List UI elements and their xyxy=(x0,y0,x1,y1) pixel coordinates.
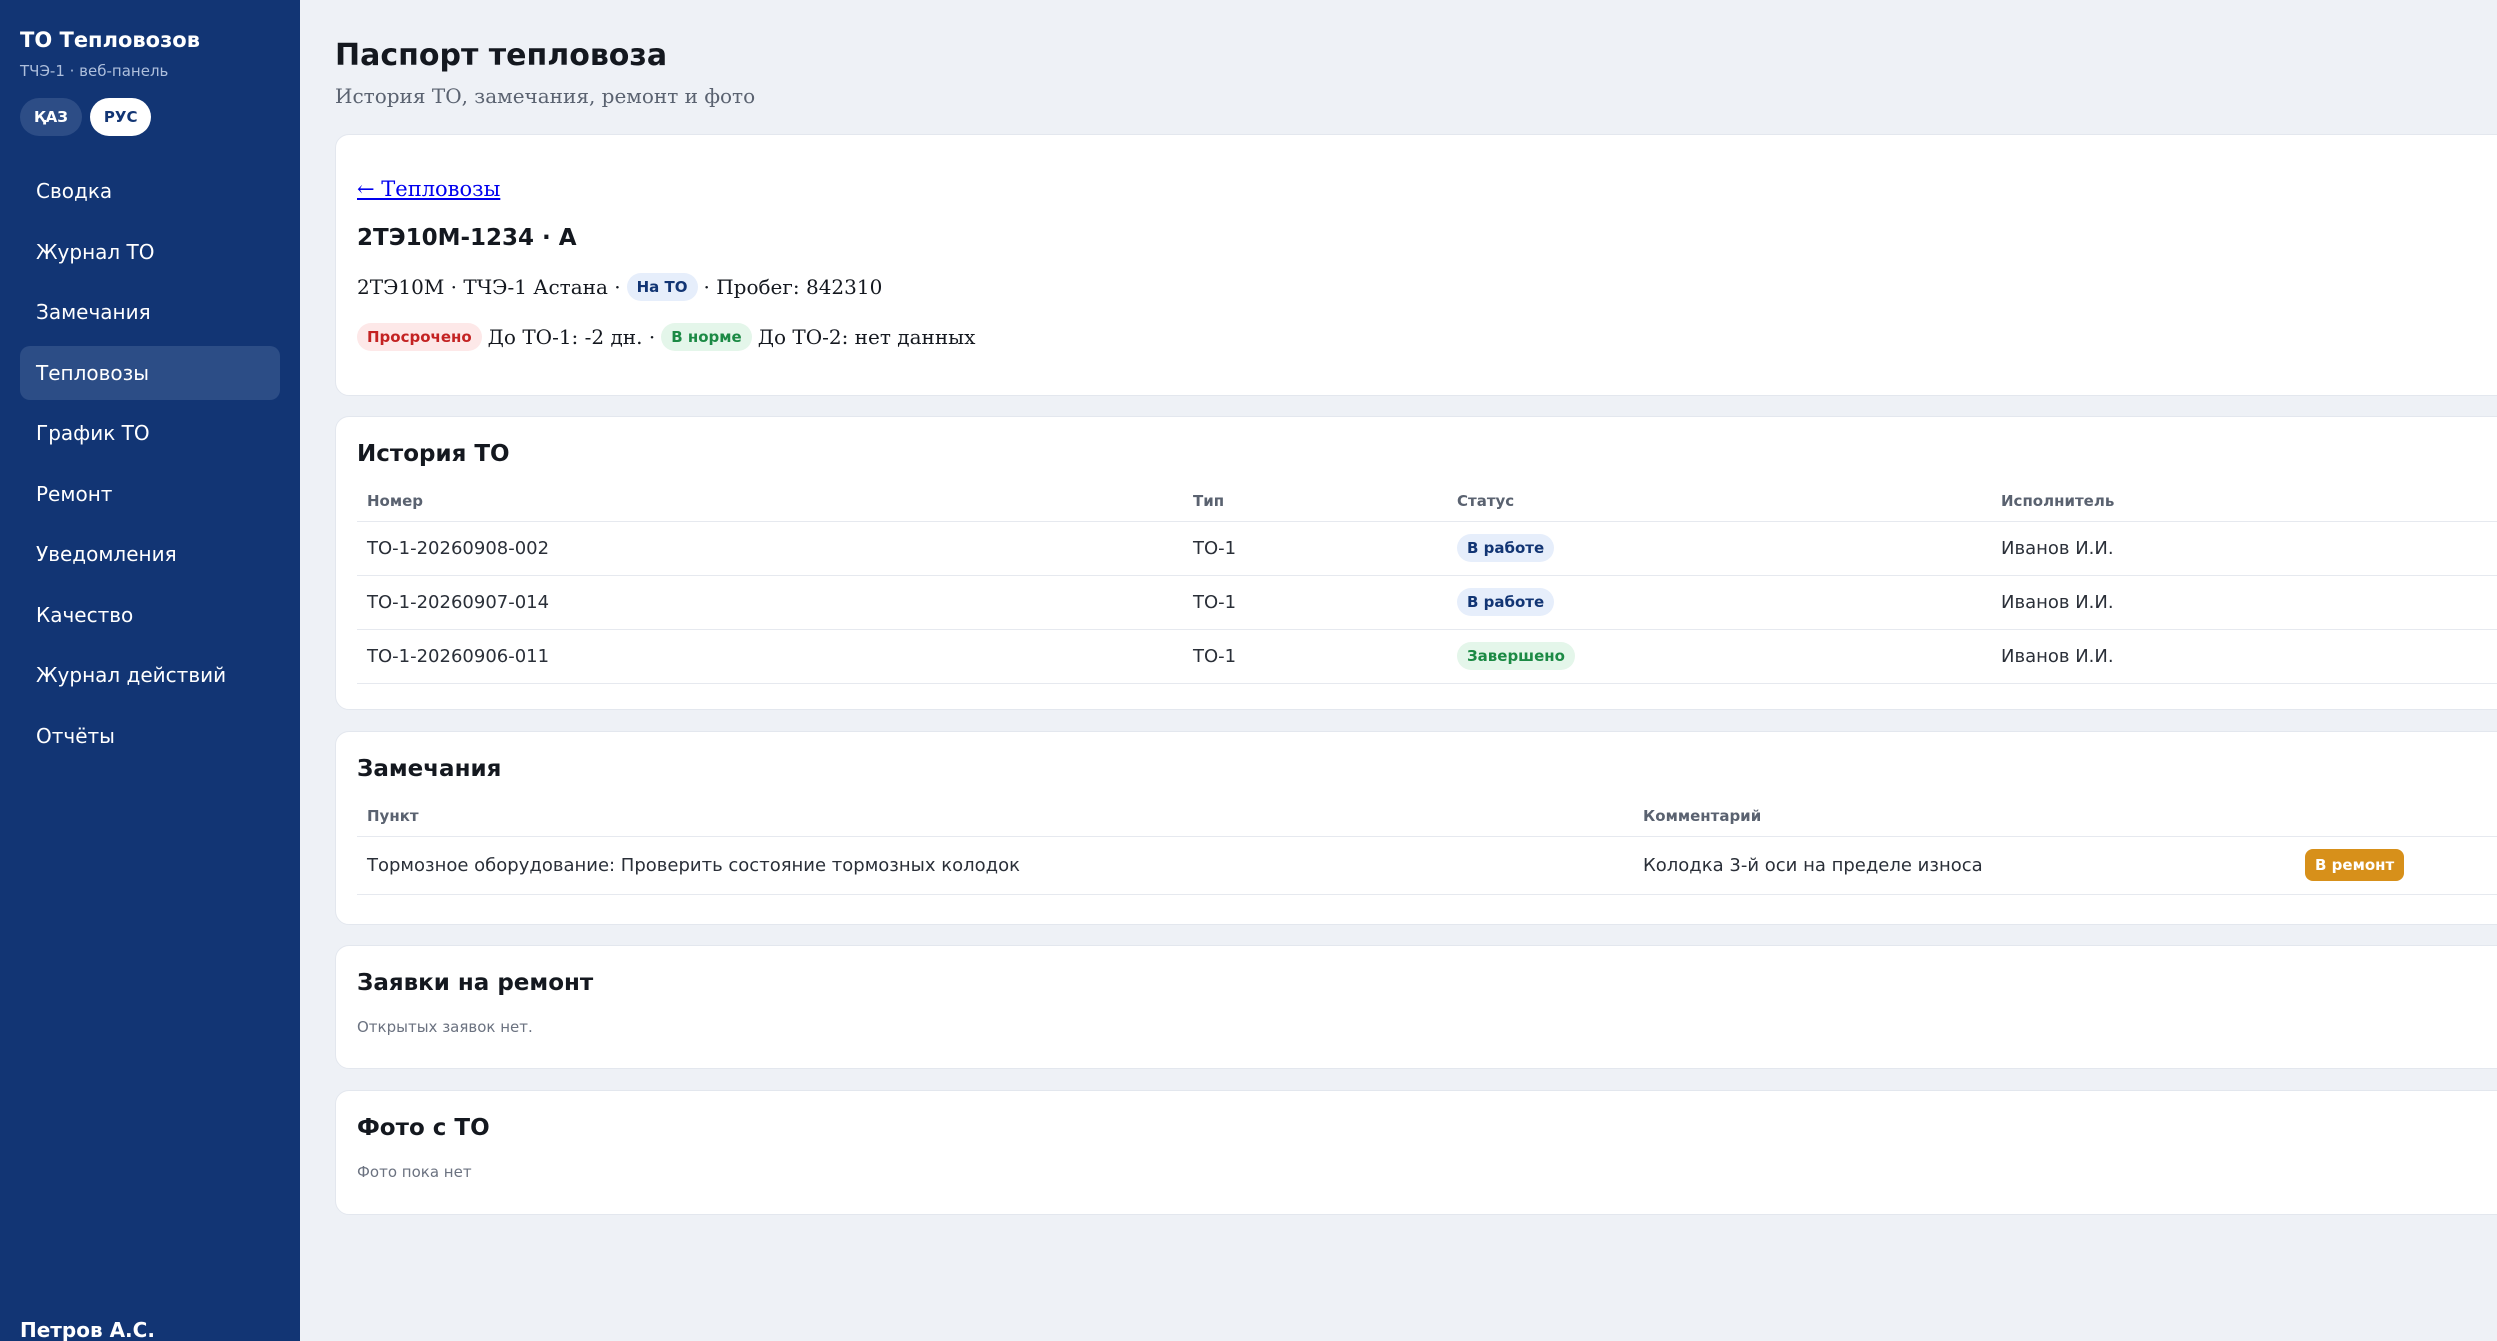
section-title: Фото с ТО xyxy=(357,1115,490,1141)
status-badge: В работе xyxy=(1457,588,1555,616)
maintenance-due: Просрочено До ТО-1: -2 дн. · В норме До … xyxy=(357,323,975,351)
locomotive-card: ← Тепловозы 2ТЭ10М-1234 · А 2ТЭ10М · ТЧЭ… xyxy=(335,134,2497,396)
sidebar-item-notifications[interactable]: Уведомления xyxy=(20,527,280,581)
page-subtitle: История ТО, замечания, ремонт и фото xyxy=(335,84,756,108)
back-to-locomotives-link[interactable]: ← Тепловозы xyxy=(357,177,500,201)
current-user[interactable]: Петров А.С. xyxy=(20,1318,155,1341)
executor: Иванов И.И. xyxy=(1991,629,2497,684)
locomotive-info: 2ТЭ10М · ТЧЭ-1 Астана · На ТО · Пробег: … xyxy=(357,273,882,301)
table-row[interactable]: ТО-1-20260908-002 ТО-1 В работе Иванов И… xyxy=(357,521,2497,576)
app-brand: ТО Тепловозов xyxy=(20,28,201,52)
sidebar-item-reports[interactable]: Отчёты xyxy=(20,709,280,763)
empty-state-text: Открытых заявок нет. xyxy=(357,1018,533,1036)
page-title: Паспорт тепловоза xyxy=(335,38,668,73)
to-type: ТО-1 xyxy=(1183,629,1447,684)
language-switcher: ҚАЗ РУС xyxy=(20,98,152,136)
remark-item: Тормозное оборудование: Проверить состоя… xyxy=(357,836,1633,895)
table-row: Тормозное оборудование: Проверить состоя… xyxy=(357,836,2497,895)
section-title: Заявки на ремонт xyxy=(357,970,594,996)
to1-due-text: До ТО-1: -2 дн. · xyxy=(487,325,656,349)
to-number: ТО-1-20260907-014 xyxy=(357,575,1183,630)
empty-state-text: Фото пока нет xyxy=(357,1163,472,1181)
sidebar-item-to-schedule[interactable]: График ТО xyxy=(20,406,280,460)
to1-status-badge: Просрочено xyxy=(357,323,482,351)
lang-kaz-button[interactable]: ҚАЗ xyxy=(20,98,82,136)
sidebar-item-locomotives[interactable]: Тепловозы xyxy=(20,345,280,400)
main-content: Паспорт тепловоза История ТО, замечания,… xyxy=(300,0,2497,1341)
to-history-table: Номер Тип Статус Исполнитель ТО-1-202609… xyxy=(357,481,2497,684)
to-history-card: История ТО Номер Тип Статус Исполнитель … xyxy=(335,416,2497,710)
sidebar-item-remarks[interactable]: Замечания xyxy=(20,285,280,339)
to-number: ТО-1-20260906-011 xyxy=(357,629,1183,684)
model-depot-text: 2ТЭ10М · ТЧЭ-1 Астана · xyxy=(357,275,621,299)
lang-rus-button[interactable]: РУС xyxy=(89,98,152,136)
column-header: Исполнитель xyxy=(1991,481,2497,522)
to2-due-text: До ТО-2: нет данных xyxy=(757,325,976,349)
sidebar-item-quality[interactable]: Качество xyxy=(20,588,280,642)
sidebar-item-to-journal[interactable]: Журнал ТО xyxy=(20,225,280,279)
section-title: История ТО xyxy=(357,441,510,467)
table-header-row: Номер Тип Статус Исполнитель xyxy=(357,481,2497,522)
status-badge: Завершено xyxy=(1457,642,1575,670)
status-badge: В работе xyxy=(1457,534,1555,562)
table-row[interactable]: ТО-1-20260907-014 ТО-1 В работе Иванов И… xyxy=(357,575,2497,630)
send-to-repair-button[interactable]: В ремонт xyxy=(2305,849,2405,881)
column-header: Номер xyxy=(357,481,1183,522)
to2-status-badge: В норме xyxy=(661,323,752,351)
column-header: Комментарий xyxy=(1633,796,2295,837)
mileage-text: · Пробег: 842310 xyxy=(703,275,883,299)
column-header: Статус xyxy=(1447,481,1991,522)
column-header: Пункт xyxy=(357,796,1633,837)
section-title: Замечания xyxy=(357,756,502,782)
column-header: Тип xyxy=(1183,481,1447,522)
remarks-table: Пункт Комментарий Тормозное оборудование… xyxy=(357,796,2497,895)
remarks-card: Замечания Пункт Комментарий Тормозное об… xyxy=(335,731,2497,925)
to-number: ТО-1-20260908-002 xyxy=(357,521,1183,576)
table-header-row: Пункт Комментарий xyxy=(357,796,2497,837)
to-type: ТО-1 xyxy=(1183,575,1447,630)
sidebar-item-repair[interactable]: Ремонт xyxy=(20,467,280,521)
sidebar-nav: Сводка Журнал ТО Замечания Тепловозы Гра… xyxy=(20,164,280,769)
photos-card: Фото с ТО Фото пока нет xyxy=(335,1090,2497,1215)
sidebar-item-summary[interactable]: Сводка xyxy=(20,164,280,218)
sidebar-item-action-log[interactable]: Журнал действий xyxy=(20,648,280,702)
executor: Иванов И.И. xyxy=(1991,575,2497,630)
app-subtitle: ТЧЭ-1 · веб-панель xyxy=(20,62,169,80)
status-badge: На ТО xyxy=(626,273,698,301)
to-type: ТО-1 xyxy=(1183,521,1447,576)
repair-requests-card: Заявки на ремонт Открытых заявок нет. xyxy=(335,945,2497,1069)
remark-comment: Колодка 3-й оси на пределе износа xyxy=(1633,836,2295,895)
table-row[interactable]: ТО-1-20260906-011 ТО-1 Завершено Иванов … xyxy=(357,629,2497,684)
locomotive-title: 2ТЭ10М-1234 · А xyxy=(357,225,577,251)
executor: Иванов И.И. xyxy=(1991,521,2497,576)
sidebar: ТО Тепловозов ТЧЭ-1 · веб-панель ҚАЗ РУС… xyxy=(0,0,300,1341)
